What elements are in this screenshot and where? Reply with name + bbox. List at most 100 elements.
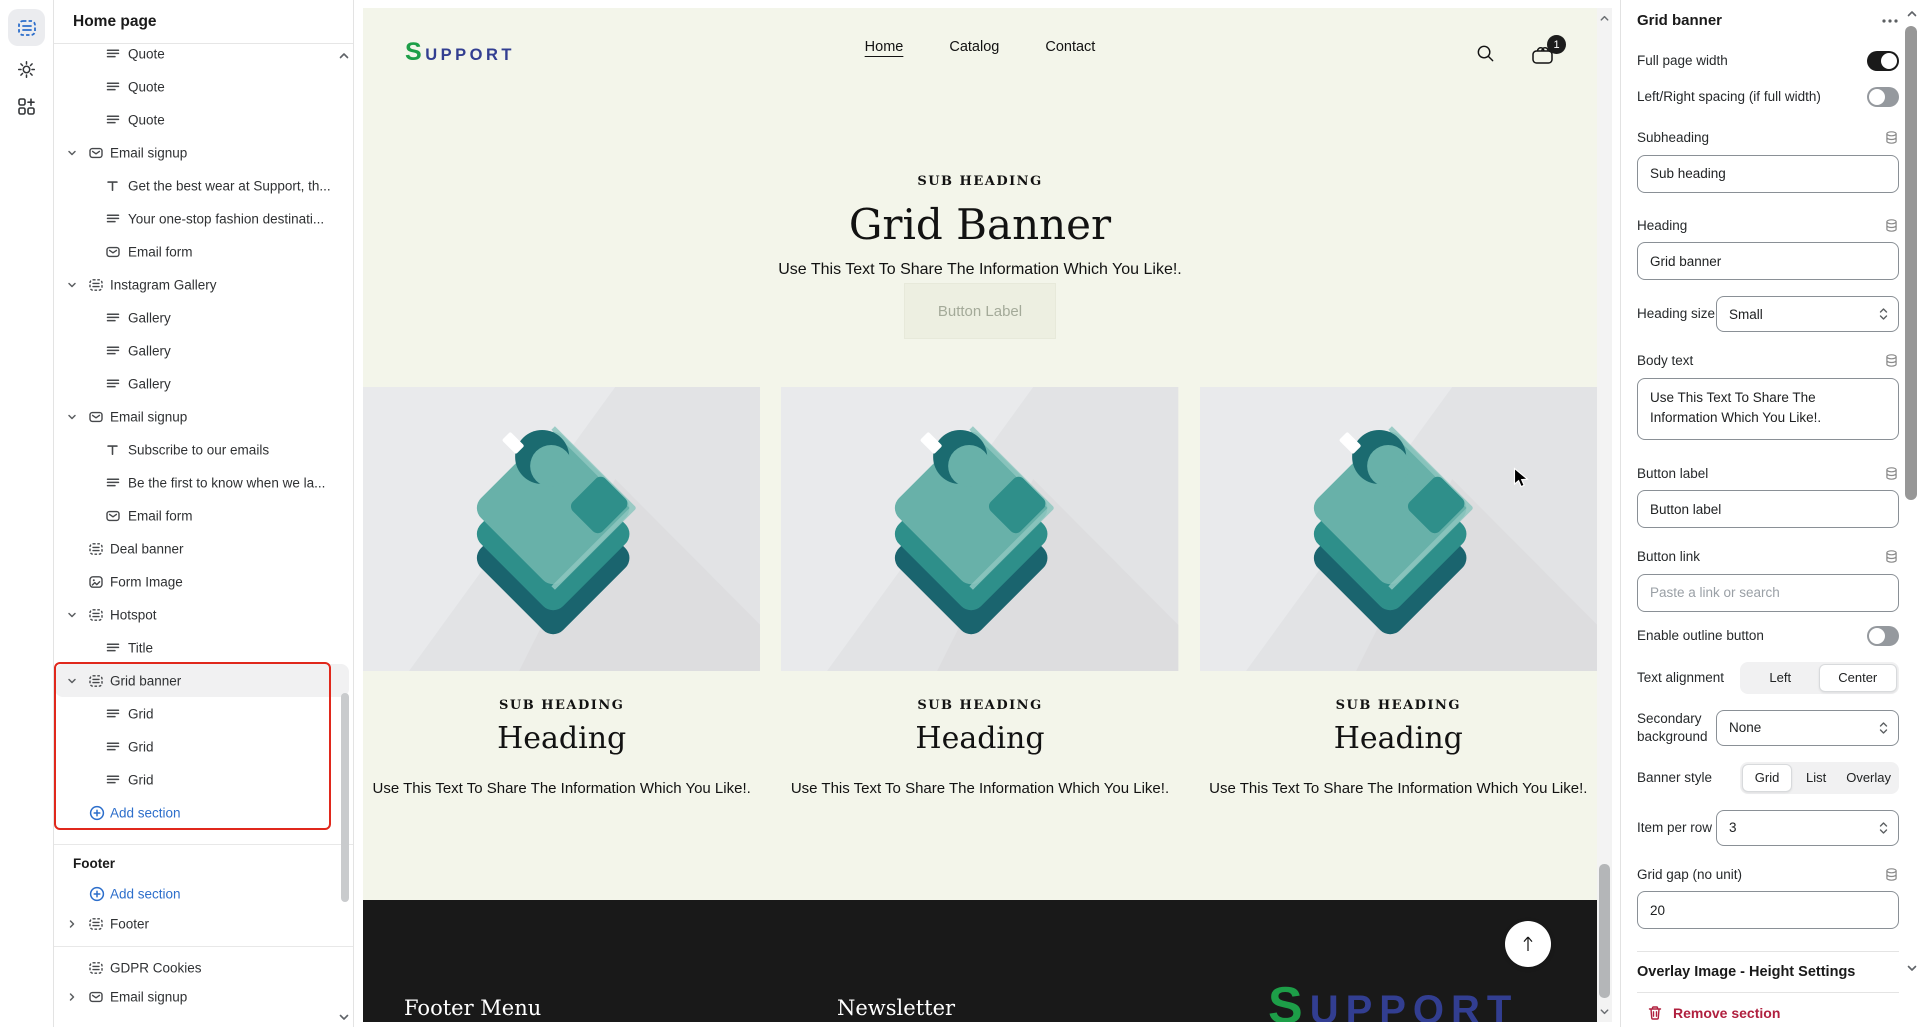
subheading-input[interactable] — [1637, 155, 1899, 193]
card-image — [363, 387, 760, 671]
tree-item-label: Grid banner — [110, 673, 181, 688]
footer-menu-title: Footer Menu — [404, 996, 541, 1020]
remove-section-button[interactable]: Remove section — [1637, 1005, 1899, 1021]
tree-item-email-signup[interactable]: Email signup — [55, 136, 349, 169]
tree-item-label: GDPR Cookies — [110, 960, 202, 975]
body-text-input[interactable]: Use This Text To Share The Information W… — [1637, 378, 1899, 440]
field-secondary-background: Secondary background None — [1637, 710, 1899, 746]
nav-link-contact[interactable]: Contact — [1045, 39, 1095, 55]
tree-item-grid[interactable]: Grid — [55, 697, 349, 730]
tree-item-email-form[interactable]: Email form — [55, 235, 349, 268]
item-per-row-select[interactable]: 3 — [1716, 810, 1899, 846]
dynamic-source-icon[interactable] — [1884, 466, 1899, 481]
tree-item-label: Be the first to know when we la... — [128, 475, 325, 490]
banner-style-grid-option[interactable]: Grid — [1742, 764, 1792, 792]
tree-item-title[interactable]: Title — [55, 631, 349, 664]
card-heading: Heading — [363, 721, 760, 756]
secondary-background-select[interactable]: None — [1716, 710, 1899, 746]
hero-subheading: SUB HEADING — [363, 174, 1597, 189]
tree-item-grid[interactable]: Grid — [55, 763, 349, 796]
sidebar-scroll-down-icon[interactable] — [338, 1011, 350, 1023]
tree-item-hotspot[interactable]: Hotspot — [55, 598, 349, 631]
tree-item-get-the-best-wear-at-support-th[interactable]: Get the best wear at Support, th... — [55, 169, 349, 202]
button-link-label: Button link — [1637, 548, 1700, 566]
footer-newsletter-title: Newsletter — [837, 996, 955, 1020]
tree-item-your-one-stop-fashion-destinati[interactable]: Your one-stop fashion destinati... — [55, 202, 349, 235]
overlay-image-height-settings-header[interactable]: Overlay Image - Height Settings — [1637, 964, 1899, 980]
stepper-icon — [1879, 721, 1888, 735]
tree-item-gallery[interactable]: Gallery — [55, 367, 349, 400]
tree-item-label: Email signup — [110, 145, 187, 160]
tree-item-grid-banner[interactable]: Grid banner — [55, 664, 349, 697]
app-embeds-button[interactable] — [8, 88, 45, 125]
button-link-input[interactable] — [1637, 574, 1899, 612]
banner-style-segmented: Grid List Overlay — [1740, 762, 1899, 794]
section-icon — [89, 278, 103, 292]
heading-size-select[interactable]: Small — [1716, 296, 1899, 332]
tree-item-be-the-first-to-know-when-we-la[interactable]: Be the first to know when we la... — [55, 466, 349, 499]
email-icon — [106, 509, 120, 523]
tree-item-email-signup[interactable]: Email signup — [55, 400, 349, 433]
heading-input[interactable] — [1637, 242, 1899, 280]
email-icon — [106, 245, 120, 259]
dynamic-source-icon[interactable] — [1884, 218, 1899, 233]
theme-settings-button[interactable] — [8, 51, 45, 88]
banner-style-overlay-option[interactable]: Overlay — [1840, 764, 1897, 792]
tree-item-label: Hotspot — [110, 607, 157, 622]
tree-item-email-signup[interactable]: Email signup — [55, 980, 349, 1013]
dynamic-source-icon[interactable] — [1884, 130, 1899, 145]
dynamic-source-icon[interactable] — [1884, 353, 1899, 368]
tree-item-label: Email signup — [110, 989, 187, 1004]
tree-item-quote[interactable]: Quote — [55, 103, 349, 136]
nav-link-home[interactable]: Home — [865, 39, 904, 55]
more-options-icon[interactable] — [1881, 18, 1899, 24]
hero-body-text: Use This Text To Share The Information W… — [363, 261, 1597, 279]
field-subheading-label-row: Subheading — [1637, 129, 1899, 147]
full-page-width-toggle[interactable] — [1867, 51, 1899, 71]
card-heading: Heading — [781, 721, 1178, 756]
subheading-label: Subheading — [1637, 129, 1709, 147]
preview-scroll-up-icon[interactable] — [1599, 13, 1610, 24]
text-alignment-center-option[interactable]: Center — [1819, 664, 1898, 692]
preview-scroll-down-icon[interactable] — [1599, 1006, 1610, 1017]
tree-item-form-image[interactable]: Form Image — [55, 565, 349, 598]
tree-item-email-form[interactable]: Email form — [55, 499, 349, 532]
sidebar-scrollbar-thumb[interactable] — [341, 693, 349, 902]
add-section-link[interactable]: Add section — [55, 877, 349, 910]
dynamic-source-icon[interactable] — [1884, 549, 1899, 564]
panel-scrollbar-thumb[interactable] — [1905, 26, 1917, 500]
banner-style-list-option[interactable]: List — [1792, 764, 1840, 792]
scroll-to-top-button[interactable] — [1505, 921, 1551, 967]
tree-item-grid[interactable]: Grid — [55, 730, 349, 763]
dynamic-source-icon[interactable] — [1884, 867, 1899, 882]
preview-scrollbar-thumb[interactable] — [1599, 864, 1610, 998]
item-per-row-label: Item per row — [1637, 819, 1712, 837]
preview-area: SUPPORT HomeCatalogContact 1 SUB HEADING… — [354, 0, 1620, 1027]
tree-item-quote[interactable]: Quote — [55, 45, 349, 70]
nav-link-catalog[interactable]: Catalog — [949, 39, 999, 55]
hero-button[interactable]: Button Label — [904, 283, 1056, 339]
sections-tab-button[interactable] — [8, 9, 45, 46]
tree-item-instagram-gallery[interactable]: Instagram Gallery — [55, 268, 349, 301]
tree-item-gallery[interactable]: Gallery — [55, 301, 349, 334]
text-alignment-left-option[interactable]: Left — [1742, 664, 1819, 692]
preview-scrollbar[interactable] — [1597, 8, 1612, 1022]
sidebar-scroll-up-icon[interactable] — [338, 50, 350, 62]
search-icon[interactable] — [1475, 43, 1496, 64]
toggle-knob — [1881, 53, 1897, 69]
tree-item-quote[interactable]: Quote — [55, 70, 349, 103]
tree-item-subscribe-to-our-emails[interactable]: Subscribe to our emails — [55, 433, 349, 466]
panel-scroll-down-icon[interactable] — [1906, 962, 1918, 974]
lr-spacing-toggle[interactable] — [1867, 87, 1899, 107]
add-section-link[interactable]: Add section — [55, 796, 349, 829]
tree-item-deal-banner[interactable]: Deal banner — [55, 532, 349, 565]
panel-scroll-up-icon[interactable] — [1906, 8, 1918, 20]
field-button-link-row: Button link — [1637, 548, 1899, 566]
field-button-label-row: Button label — [1637, 465, 1899, 483]
add-icon — [89, 805, 105, 821]
enable-outline-toggle[interactable] — [1867, 626, 1899, 646]
tree-item-gallery[interactable]: Gallery — [55, 334, 349, 367]
button-label-input[interactable] — [1637, 490, 1899, 528]
grid-gap-input[interactable] — [1637, 891, 1899, 929]
tree-item-footer[interactable]: Footer — [55, 907, 349, 940]
